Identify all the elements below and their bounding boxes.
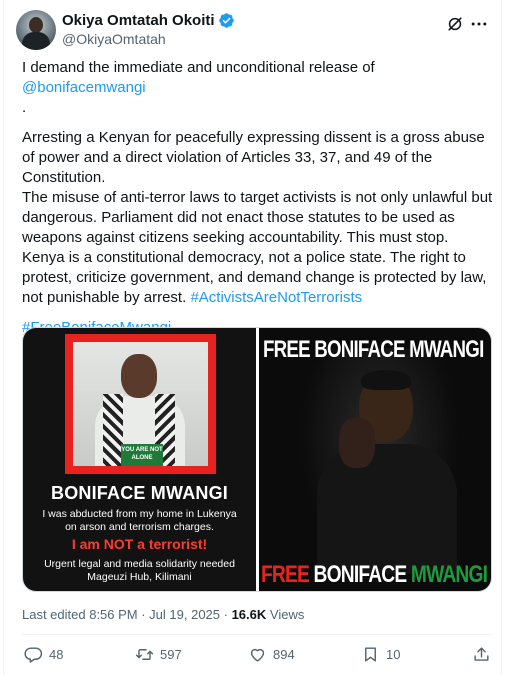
media-grid: YOU ARE NOT ALONE BONIFACE MWANGI I was …: [22, 327, 492, 592]
tweet-paragraph-2: Arresting a Kenyan for peacefully expres…: [22, 129, 485, 186]
poster-headline: I am NOT a terrorist!: [71, 536, 208, 552]
tweet-card: Okiya Omtatah Okoiti @OkiyaOmtatah I dem…: [3, 0, 502, 675]
author-handle[interactable]: @OkiyaOmtatah: [62, 31, 166, 47]
bookmark-count: 10: [386, 647, 401, 662]
like-button[interactable]: 894: [248, 645, 295, 664]
reply-count: 48: [49, 647, 64, 662]
portrait-bottom-caption: FREE BONIFACE MWANGI: [261, 561, 488, 588]
reply-icon: [24, 647, 43, 663]
more-options-icon[interactable]: [469, 14, 489, 34]
poster-name: BONIFACE MWANGI: [51, 483, 228, 503]
share-icon: [474, 647, 489, 661]
tweet-text: I demand the immediate and unconditional…: [22, 58, 494, 338]
avatar[interactable]: [16, 10, 56, 50]
author-name[interactable]: Okiya Omtatah Okoiti: [62, 12, 215, 29]
media-image-poster[interactable]: YOU ARE NOT ALONE BONIFACE MWANGI I was …: [23, 328, 256, 591]
mention-link[interactable]: @bonifacemwangi: [22, 79, 146, 96]
divider: [22, 634, 492, 635]
poster-line: on arson and terrorism charges.: [65, 521, 214, 533]
poster-sign: YOU ARE NOT ALONE: [121, 444, 163, 466]
poster-photo-frame: YOU ARE NOT ALONE: [65, 334, 216, 474]
portrait-photo: [299, 348, 459, 574]
bookmark-icon: [365, 647, 376, 662]
tweet-paragraph-1: I demand the immediate and unconditional…: [22, 59, 375, 116]
poster-line: I was abducted from my home in Lukenya: [42, 508, 237, 520]
reply-button[interactable]: 48: [24, 645, 63, 664]
grok-icon[interactable]: [445, 14, 465, 34]
repost-button[interactable]: 597: [135, 645, 182, 664]
media-image-portrait[interactable]: FREE BONIFACE MWANGI FREE BONIFACE MWANG…: [259, 328, 491, 591]
tweet-paragraph-3: The misuse of anti-terror laws to target…: [22, 189, 493, 306]
bookmark-button[interactable]: 10: [361, 645, 400, 664]
tweet-meta: Last edited 8:56 PM · Jul 19, 2025 · 16.…: [22, 607, 304, 622]
repost-icon: [135, 649, 154, 660]
views-count: 16.6K: [231, 607, 267, 622]
verified-badge-icon: [218, 13, 234, 28]
poster-line: Urgent legal and media solidarity needed: [44, 558, 235, 570]
action-bar: 48 597 894 10: [22, 645, 492, 669]
author-name-row[interactable]: Okiya Omtatah Okoiti: [62, 12, 235, 29]
share-button[interactable]: [472, 645, 497, 664]
hashtag-link[interactable]: #ActivistsAreNotTerrorists: [190, 289, 362, 306]
tweet-header: Okiya Omtatah Okoiti @OkiyaOmtatah: [16, 10, 491, 54]
like-count: 894: [273, 647, 295, 662]
views-label: Views: [266, 607, 305, 622]
repost-count: 597: [160, 647, 182, 662]
poster-line: Mageuzi Hub, Kilimani: [87, 571, 192, 583]
heart-icon: [250, 648, 265, 662]
portrait-top-caption: FREE BONIFACE MWANGI: [263, 336, 484, 363]
edited-timestamp[interactable]: Last edited 8:56 PM · Jul 19, 2025 ·: [22, 607, 232, 622]
